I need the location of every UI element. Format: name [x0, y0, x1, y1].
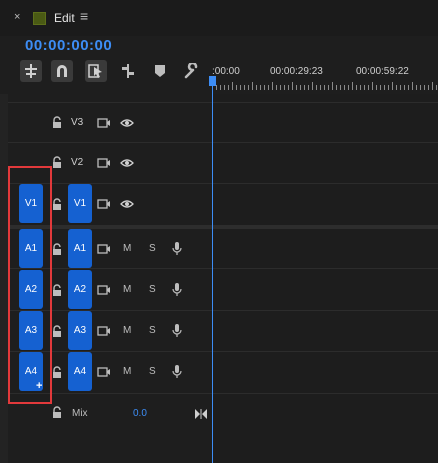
playhead-handle[interactable]: [209, 76, 216, 86]
target-track-a1[interactable]: A1: [68, 229, 92, 268]
linked-selection-icon[interactable]: [85, 60, 107, 82]
track-label-v3[interactable]: V3: [71, 117, 83, 128]
ruler-label: 00:00:59:22: [356, 66, 409, 77]
ruler-label: :00:00: [212, 66, 240, 77]
mute-button[interactable]: M: [123, 325, 131, 336]
sync-lock-icon[interactable]: [97, 325, 111, 337]
track-area[interactable]: [212, 94, 438, 463]
eye-icon[interactable]: [120, 157, 134, 169]
eye-icon[interactable]: [120, 198, 134, 210]
lock-icon[interactable]: [52, 366, 62, 378]
row-separator: [8, 268, 438, 269]
ruler-ticks: [212, 82, 437, 90]
ruler-label: 00:00:29:23: [270, 66, 323, 77]
lock-icon[interactable]: [52, 406, 62, 418]
microphone-icon[interactable]: [170, 241, 184, 256]
solo-button[interactable]: S: [149, 243, 156, 254]
snap-icon[interactable]: [51, 60, 73, 82]
panel-menu-icon[interactable]: ≡: [80, 8, 88, 24]
sync-lock-icon[interactable]: [97, 243, 111, 255]
mute-button[interactable]: M: [123, 366, 131, 377]
sync-lock-icon[interactable]: [97, 157, 111, 169]
lock-icon[interactable]: [52, 116, 62, 128]
sync-lock-icon[interactable]: [97, 284, 111, 296]
go-to-in-out-icon[interactable]: [194, 408, 208, 420]
target-track-v1[interactable]: V1: [68, 184, 92, 223]
row-separator: [8, 393, 438, 394]
microphone-icon[interactable]: [170, 323, 184, 338]
source-patch-highlight: [8, 166, 52, 404]
row-separator: [8, 142, 438, 143]
lock-icon[interactable]: [52, 156, 62, 168]
close-tab-button[interactable]: ×: [14, 11, 20, 23]
solo-button[interactable]: S: [149, 366, 156, 377]
target-track-a3[interactable]: A3: [68, 311, 92, 350]
sync-lock-icon[interactable]: [97, 198, 111, 210]
mix-volume-value[interactable]: 0.0: [133, 408, 147, 419]
eye-icon[interactable]: [120, 117, 134, 129]
sequence-color-swatch: [33, 12, 46, 25]
sequence-tab-title[interactable]: Edit: [54, 11, 75, 25]
lock-icon[interactable]: [52, 325, 62, 337]
solo-button[interactable]: S: [149, 325, 156, 336]
playhead-timecode[interactable]: 00:00:00:00: [25, 37, 112, 54]
insert-overwrite-icon[interactable]: [20, 60, 42, 82]
lock-icon[interactable]: [52, 284, 62, 296]
add-marker-icon[interactable]: [117, 60, 139, 82]
microphone-icon[interactable]: [170, 282, 184, 297]
lock-icon[interactable]: [52, 198, 62, 210]
track-label-v2[interactable]: V2: [71, 157, 83, 168]
microphone-icon[interactable]: [170, 364, 184, 379]
row-separator: [8, 102, 438, 103]
target-track-a4[interactable]: A4: [68, 352, 92, 391]
mute-button[interactable]: M: [123, 243, 131, 254]
target-track-a2[interactable]: A2: [68, 270, 92, 309]
playhead-line[interactable]: [212, 78, 213, 463]
mute-button[interactable]: M: [123, 284, 131, 295]
sync-lock-icon[interactable]: [97, 117, 111, 129]
panel-left-edge: [0, 94, 8, 463]
solo-button[interactable]: S: [149, 284, 156, 295]
wrench-icon[interactable]: [181, 60, 203, 82]
timeline-panel: × Edit ≡ 00:00:00:00 :00:00 00:00:29:23 …: [0, 0, 438, 463]
marker-icon[interactable]: [149, 60, 171, 82]
sync-lock-icon[interactable]: [97, 366, 111, 378]
mix-track-label: Mix: [72, 408, 88, 419]
lock-icon[interactable]: [52, 243, 62, 255]
